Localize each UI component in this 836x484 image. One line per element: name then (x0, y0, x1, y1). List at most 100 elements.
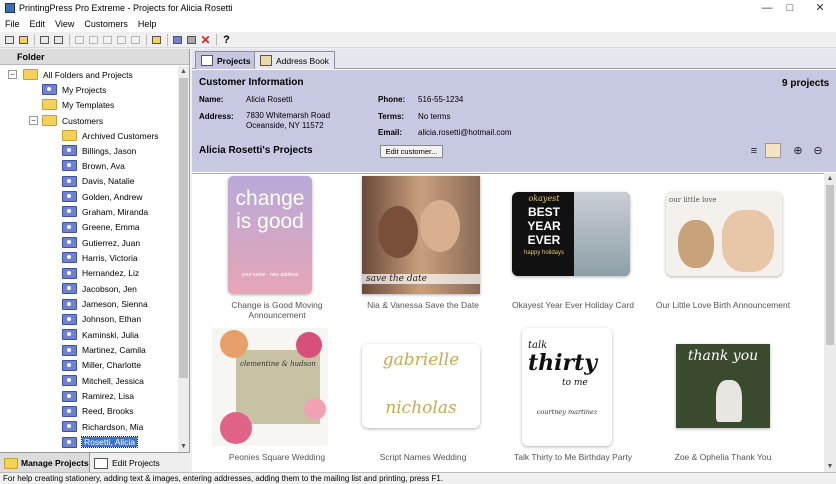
tree-root[interactable]: All Folders and Projects (23, 67, 133, 82)
zoom-out-icon[interactable]: ⊖ (810, 143, 826, 158)
print-icon[interactable] (38, 34, 51, 46)
project-caption: Talk Thirty to Me Birthday Party (514, 452, 632, 462)
photo-face-left (378, 206, 418, 258)
app-window: PrintingPress Pro Extreme - Projects for… (0, 0, 836, 484)
tree-customer-item[interactable]: Martinez, Camila (62, 343, 146, 358)
thumbnail-line: to me (562, 378, 588, 388)
menu-view[interactable]: View (50, 19, 79, 29)
menu-file[interactable]: File (0, 19, 25, 29)
thumbnail-photo (574, 192, 630, 276)
thumbnail-view-icon[interactable] (765, 143, 781, 158)
scroll-down-arrow[interactable]: ▼ (178, 441, 189, 452)
zoom-in-icon[interactable]: ⊕ (790, 143, 806, 158)
menu-edit[interactable]: Edit (25, 19, 51, 29)
tree-customer-item[interactable]: Graham, Miranda (62, 204, 148, 219)
project-thumbnail: gabrielle nicholas (362, 344, 480, 428)
customer-folder-icon (62, 329, 77, 341)
customer-folder-icon (62, 344, 77, 356)
tree-customers[interactable]: Customers (42, 113, 103, 128)
thumbnail-line: thirty (528, 350, 598, 376)
thumbnail-line: EVER (527, 233, 561, 247)
project-card[interactable]: talk thirty to me courtney martinez Talk… (498, 328, 648, 472)
tree-customer-item[interactable]: Richardson, Mia (62, 419, 143, 434)
tree-customer-item[interactable]: Billings, Jason (62, 143, 136, 158)
customer-folder-icon (62, 390, 77, 402)
edit-projects-tab[interactable]: Edit Projects (90, 453, 190, 473)
export-icon[interactable] (150, 34, 163, 46)
scroll-up-arrow[interactable]: ▲ (178, 66, 189, 77)
tree-customer-item[interactable]: Jacobson, Jen (62, 281, 137, 296)
redo-icon[interactable] (129, 34, 142, 46)
project-thumbnail: talk thirty to me courtney martinez (522, 328, 612, 446)
manage-projects-tab[interactable]: Manage Projects (0, 453, 90, 473)
tab-address-book[interactable]: Address Book (254, 51, 335, 69)
tree-archived-customers[interactable]: Archived Customers (62, 128, 159, 143)
tree-customer-item[interactable]: Greene, Emma (62, 220, 140, 235)
collapse-root-toggle[interactable]: − (8, 70, 17, 79)
tree-customer-item[interactable]: Miller, Charlotte (62, 358, 141, 373)
tree-customer-item[interactable]: Davis, Natalie (62, 174, 134, 189)
tree-customer-item[interactable]: Jameson, Sienna (62, 297, 148, 312)
delete-icon[interactable]: ✕ (199, 33, 212, 47)
collapse-customers-toggle[interactable]: − (29, 116, 38, 125)
project-card[interactable]: okayest BEST YEAR EVER happy holidays Ok… (498, 176, 648, 326)
menu-help[interactable]: Help (133, 19, 162, 29)
tree-customer-item[interactable]: Mitchell, Jessica (62, 373, 144, 388)
close-button[interactable]: ✕ (806, 0, 834, 16)
baby-photo (722, 210, 774, 272)
project-caption: Peonies Square Wedding (228, 452, 326, 462)
project-card[interactable]: thank you Zoe & Ophelia Thank You (648, 328, 798, 472)
customer-folder-icon (62, 313, 77, 325)
customer-folder-icon (62, 237, 77, 249)
tree-my-templates[interactable]: My Templates (42, 97, 114, 112)
copy-icon[interactable] (87, 34, 100, 46)
thumbnail-headline: save the date (362, 274, 480, 284)
tree-customer-item[interactable]: Reed, Brooks (62, 404, 134, 419)
maximize-button[interactable]: □ (776, 0, 804, 16)
tree-customer-item[interactable]: Gutierrez, Juan (62, 235, 140, 250)
scroll-down-arrow[interactable]: ▼ (824, 461, 836, 472)
tree-my-projects[interactable]: My Projects (42, 82, 106, 97)
tree-customer-item[interactable]: Ramirez, Lisa (62, 389, 134, 404)
scroll-up-arrow[interactable]: ▲ (824, 173, 836, 184)
customer-name-label: Greene, Emma (82, 222, 140, 233)
project-card[interactable]: gabrielle nicholas Script Names Wedding (348, 328, 498, 472)
toolbar-divider (34, 33, 35, 46)
menu-customers[interactable]: Customers (79, 19, 133, 29)
edit-customer-button[interactable]: Edit customer... (380, 145, 443, 158)
list-view-icon[interactable]: ≡ (746, 143, 762, 158)
project-card[interactable]: clementine & hudson Peonies Square Weddi… (202, 328, 352, 472)
scroll-thumb[interactable] (179, 78, 188, 378)
customer-name-label: Ramirez, Lisa (82, 391, 134, 402)
project-card[interactable]: save the date Nia & Vanessa Save the Dat… (348, 176, 498, 326)
project-thumbnail: save the date (362, 176, 480, 294)
project-card[interactable]: change is good your name · new address C… (202, 176, 352, 326)
tree-customer-item[interactable]: Johnson, Ethan (62, 312, 141, 327)
cut-icon[interactable] (73, 34, 86, 46)
panel-tabs: Manage Projects Edit Projects (0, 452, 190, 473)
undo-icon[interactable] (115, 34, 128, 46)
tree-customer-item[interactable]: Golden, Andrew (62, 189, 142, 204)
print-preview-icon[interactable] (52, 34, 65, 46)
tree-customer-item[interactable]: Brown, Ava (62, 158, 125, 173)
open-folder-icon[interactable] (17, 34, 30, 46)
move-folder-icon[interactable] (185, 34, 198, 46)
thumbnail-line: happy holidays (523, 250, 565, 256)
edit-icon (94, 457, 108, 469)
tree-customer-item[interactable]: Rosetti, Alicia (62, 435, 139, 450)
new-icon[interactable] (3, 34, 16, 46)
tree-customer-item[interactable]: Hernandez, Liz (62, 266, 139, 281)
folder-scrollbar[interactable]: ▲ ▼ (178, 66, 189, 452)
address-line-1: 7830 Whitemarsh Road (246, 111, 331, 120)
peony-flower (296, 332, 322, 358)
help-icon[interactable]: ? (220, 34, 233, 46)
scroll-thumb[interactable] (826, 185, 834, 345)
paste-icon[interactable] (101, 34, 114, 46)
new-folder-icon[interactable] (171, 34, 184, 46)
tree-customer-item[interactable]: Harris, Victoria (62, 250, 138, 265)
project-card[interactable]: our little love Our Little Love Birth An… (648, 176, 798, 326)
tab-projects[interactable]: Projects (195, 51, 257, 69)
tree-customer-item[interactable]: Kaminski, Julia (62, 327, 139, 342)
gallery-scrollbar[interactable]: ▲ ▼ (824, 173, 836, 472)
email-label: Email: (378, 128, 403, 137)
